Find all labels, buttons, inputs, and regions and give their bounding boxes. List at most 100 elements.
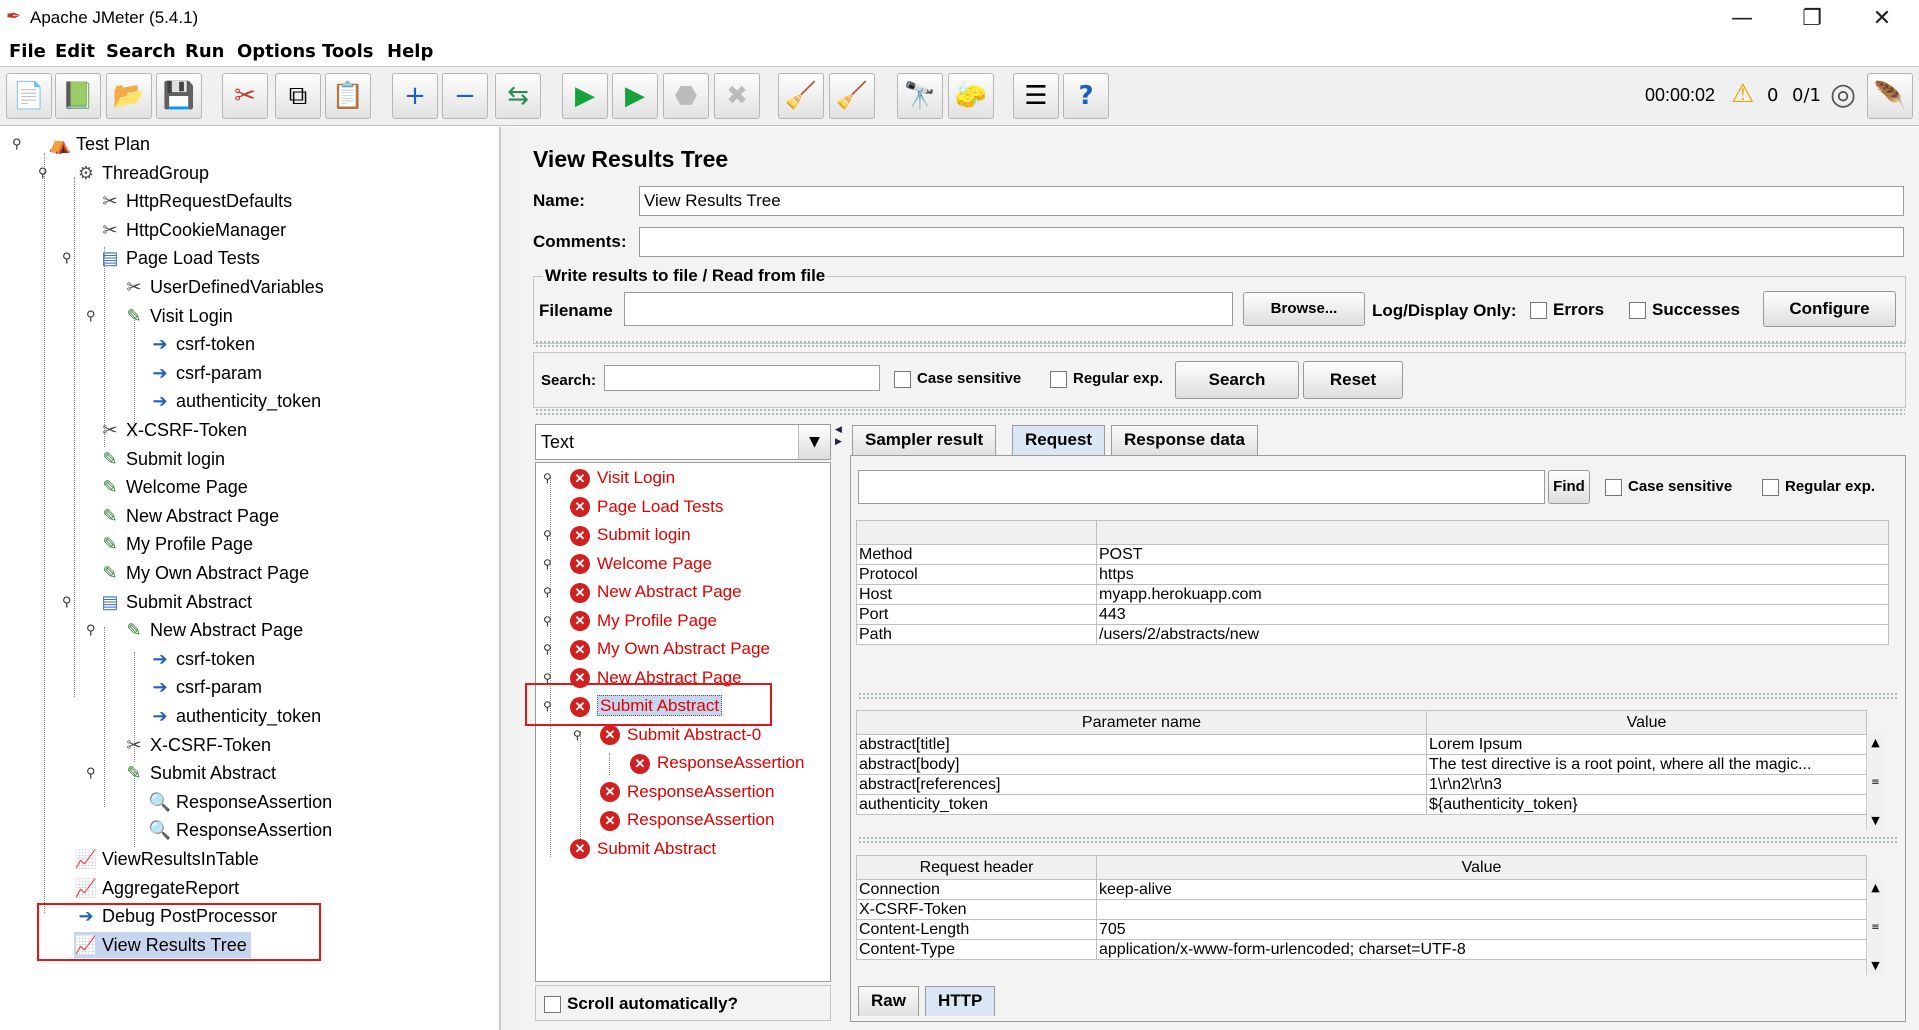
menu-search[interactable]: Search: [106, 41, 176, 62]
tree-node[interactable]: ✎ Submit login: [98, 446, 225, 472]
tree-node[interactable]: ⛺ Test Plan: [48, 131, 150, 157]
result-expand-toggle-icon[interactable]: ⚲: [543, 608, 552, 634]
table-cell-value[interactable]: 443: [1096, 604, 1889, 625]
tree-node[interactable]: ✂ X-CSRF-Token: [98, 417, 247, 443]
tree-expand-toggle-icon[interactable]: ⚲: [12, 131, 22, 157]
table-cell-value[interactable]: [1096, 899, 1867, 920]
table-cell-value[interactable]: Lorem Ipsum: [1426, 734, 1867, 755]
tab-request[interactable]: Request: [1012, 425, 1106, 455]
search-icon[interactable]: 🔭: [897, 73, 943, 119]
comments-field[interactable]: [639, 227, 1904, 257]
regular-exp-box[interactable]: [1050, 370, 1067, 388]
table-row[interactable]: abstract[references] 1\r\n2\r\n3: [856, 774, 1867, 795]
menu-run[interactable]: Run: [185, 41, 225, 62]
successes-checkbox[interactable]: Successes: [1629, 300, 1740, 320]
tree-node[interactable]: ➔ csrf-param: [148, 360, 262, 386]
scroll-auto-box[interactable]: [544, 996, 561, 1014]
start-no-pauses-icon[interactable]: ▶: [612, 73, 658, 119]
tree-node[interactable]: ✎ Submit Abstract: [122, 760, 276, 786]
tree-node[interactable]: ➔ authenticity_token: [148, 703, 321, 729]
scroll-thumb[interactable]: ≡: [1867, 774, 1884, 792]
split-arrows-icon[interactable]: ◀ ▶: [835, 424, 845, 460]
menu-edit[interactable]: Edit: [55, 41, 95, 62]
scroll-auto-checkbox[interactable]: Scroll automatically?: [544, 994, 738, 1014]
table-cell-value[interactable]: /users/2/abstracts/new: [1096, 624, 1889, 645]
table-cell-key[interactable]: abstract[title]: [856, 734, 1427, 755]
scroll-up-icon[interactable]: ▲: [1867, 879, 1884, 897]
tree-node[interactable]: ✂ HttpCookieManager: [98, 217, 286, 243]
configure-button[interactable]: Configure: [1763, 291, 1896, 327]
table-cell-key[interactable]: Path: [856, 624, 1097, 645]
tree-node[interactable]: 📈 ViewResultsInTable: [74, 846, 259, 872]
result-node[interactable]: ✕ Submit Abstract: [570, 836, 716, 862]
scroll-down-icon[interactable]: ▼: [1867, 957, 1884, 975]
errors-checkbox[interactable]: Errors: [1530, 300, 1604, 320]
find-regular-exp-box[interactable]: [1762, 478, 1779, 496]
table-cell-key[interactable]: abstract[body]: [856, 754, 1427, 775]
browse-button[interactable]: Browse...: [1243, 292, 1365, 326]
table-cell-key[interactable]: Host: [856, 584, 1097, 605]
clear-all-icon[interactable]: 🧹: [829, 73, 875, 119]
tree-expand-toggle-icon[interactable]: ⚲: [62, 245, 72, 271]
find-button[interactable]: Find: [1548, 470, 1590, 504]
copy-icon[interactable]: ⧉: [275, 73, 321, 119]
tree-node[interactable]: ➔ csrf-token: [148, 646, 255, 672]
table-row[interactable]: Method POST: [856, 544, 1889, 565]
table-cell-value[interactable]: The test directive is a root point, wher…: [1426, 754, 1867, 775]
result-node[interactable]: ✕ Visit Login: [570, 465, 675, 491]
table-cell-value[interactable]: POST: [1096, 544, 1889, 565]
result-node[interactable]: ✕ Welcome Page: [570, 551, 712, 577]
templates-icon[interactable]: 📗: [55, 73, 101, 119]
renderer-select[interactable]: Text ▼: [535, 424, 831, 460]
tree-node[interactable]: ✎ Visit Login: [122, 303, 232, 329]
paste-icon[interactable]: 📋: [325, 73, 371, 119]
table-row[interactable]: X-CSRF-Token: [856, 899, 1867, 920]
table-cell-key[interactable]: Content-Type: [856, 939, 1097, 960]
table-cell-key[interactable]: authenticity_token: [856, 794, 1427, 815]
minimize-button[interactable]: —: [1722, 4, 1762, 34]
table-cell-value[interactable]: myapp.herokuapp.com: [1096, 584, 1889, 605]
params-header-value[interactable]: Value: [1426, 710, 1867, 735]
find-case-sensitive[interactable]: Case sensitive: [1605, 478, 1732, 496]
reset-search-icon[interactable]: 🧽: [948, 73, 994, 119]
tree-node[interactable]: ✎ My Own Abstract Page: [98, 560, 309, 586]
table-cell-key[interactable]: Method: [856, 544, 1097, 565]
result-expand-toggle-icon[interactable]: ⚲: [543, 579, 552, 605]
tree-expand-toggle-icon[interactable]: ⚲: [62, 589, 72, 615]
find-case-sensitive-box[interactable]: [1605, 478, 1622, 496]
table-cell-value[interactable]: 705: [1096, 919, 1867, 940]
tree-node[interactable]: ✂ UserDefinedVariables: [122, 274, 323, 300]
result-expand-toggle-icon[interactable]: ⚲: [543, 551, 552, 577]
result-node[interactable]: ✕ Page Load Tests: [570, 494, 723, 520]
scroll-down-icon[interactable]: ▼: [1867, 812, 1884, 830]
table-cell-value[interactable]: 1\r\n2\r\n3: [1426, 774, 1867, 795]
table-row[interactable]: Content-Type application/x-www-form-urlen…: [856, 939, 1867, 960]
find-input[interactable]: [858, 470, 1545, 504]
tab-sampler-result[interactable]: Sampler result: [852, 425, 997, 455]
close-button[interactable]: ✕: [1862, 4, 1902, 34]
table-cell-key[interactable]: abstract[references]: [856, 774, 1427, 795]
panel-splitter[interactable]: [500, 127, 514, 1030]
tree-node[interactable]: ➔ csrf-param: [148, 674, 262, 700]
headers-scrollbar[interactable]: ▲ ≡ ▼: [1866, 879, 1884, 975]
tree-expand-toggle-icon[interactable]: ⚲: [38, 160, 48, 186]
table-row[interactable]: Path/users/2/abstracts/new: [856, 624, 1889, 645]
case-sensitive-box[interactable]: [894, 370, 911, 388]
table-cell-key[interactable]: X-CSRF-Token: [856, 899, 1097, 920]
params-scrollbar[interactable]: ▲ ≡ ▼: [1866, 734, 1884, 830]
search-case-sensitive[interactable]: Case sensitive: [894, 370, 1021, 388]
search-regular-exp[interactable]: Regular exp.: [1050, 370, 1163, 388]
help-icon[interactable]: ?: [1063, 73, 1109, 119]
search-input[interactable]: [604, 365, 880, 391]
menu-help[interactable]: Help: [387, 41, 433, 62]
params-header-name[interactable]: Parameter name: [856, 710, 1427, 735]
table-cell-value[interactable]: https: [1096, 564, 1889, 585]
scroll-thumb[interactable]: ≡: [1867, 919, 1884, 937]
result-node[interactable]: ✕ New Abstract Page: [570, 579, 742, 605]
tree-node[interactable]: ✎ Welcome Page: [98, 474, 247, 500]
reset-button[interactable]: Reset: [1303, 361, 1403, 399]
menu-options[interactable]: Options: [237, 41, 316, 62]
table-cell-key[interactable]: Connection: [856, 879, 1097, 900]
filename-field[interactable]: [624, 292, 1233, 326]
tree-node[interactable]: 📈 AggregateReport: [74, 875, 239, 901]
